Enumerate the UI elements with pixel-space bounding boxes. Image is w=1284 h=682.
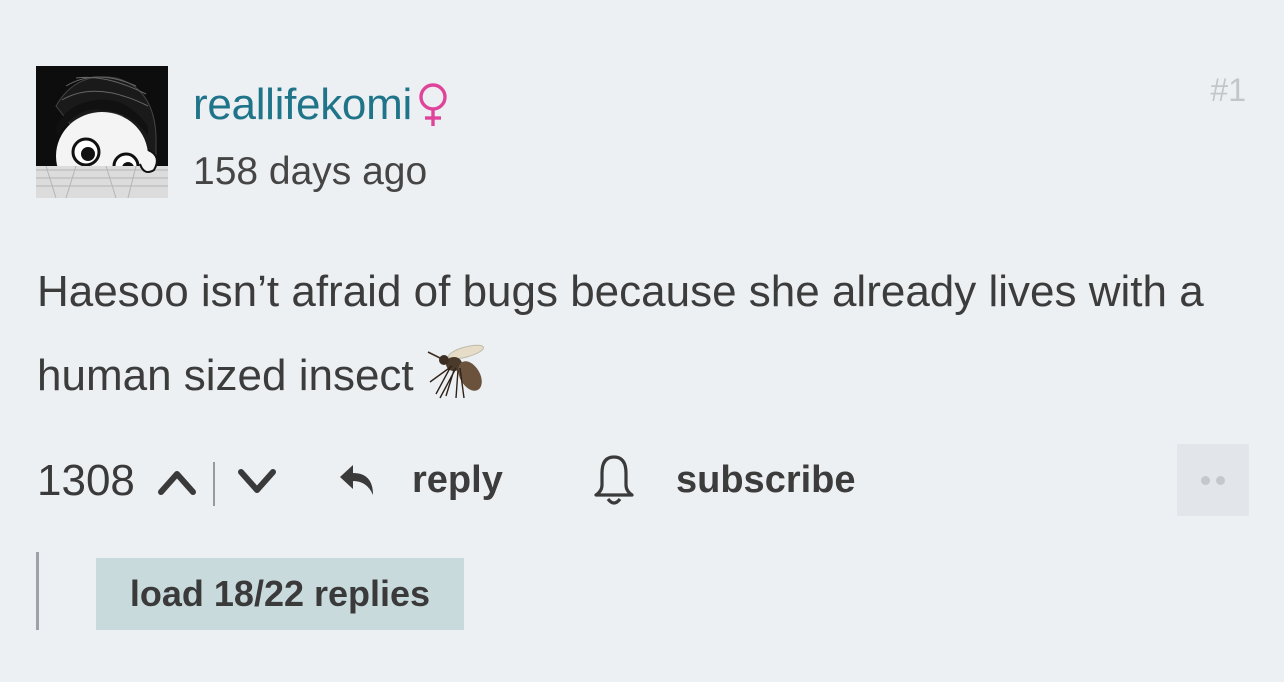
chevron-up-icon (158, 471, 196, 495)
comment: reallifekomi 158 days ago #1 Haesoo isn’… (0, 0, 1284, 682)
vote-score: 1308 (37, 456, 135, 505)
upvote-button[interactable] (155, 464, 199, 498)
username[interactable]: reallifekomi (193, 80, 450, 130)
subscribe-button[interactable]: subscribe (590, 450, 856, 510)
female-symbol-icon (416, 82, 450, 128)
bell-icon (594, 455, 634, 505)
avatar[interactable] (36, 66, 168, 198)
thread-line (36, 552, 39, 630)
anime-girl-avatar-icon (36, 66, 168, 198)
post-number[interactable]: #1 (1210, 72, 1246, 109)
reply-arrow-icon (340, 465, 373, 495)
comment-body: Haesoo isn’t afraid of bugs because she … (37, 250, 1237, 418)
username-text[interactable]: reallifekomi (193, 80, 412, 130)
load-replies-button[interactable]: load 18/22 replies (96, 558, 464, 630)
mosquito-icon (426, 338, 488, 400)
comment-body-text: Haesoo isn’t afraid of bugs because she … (37, 267, 1204, 400)
more-options-button[interactable] (1177, 444, 1249, 516)
chevron-down-icon (238, 469, 276, 493)
comment-actions: 1308 reply subscribe (37, 444, 1249, 516)
subscribe-label[interactable]: subscribe (676, 459, 856, 502)
more-dots-icon (1198, 475, 1228, 485)
timestamp: 158 days ago (193, 150, 428, 193)
vote-divider (213, 462, 215, 506)
downvote-button[interactable] (235, 464, 279, 498)
reply-label[interactable]: reply (412, 459, 503, 502)
reply-button[interactable]: reply (337, 454, 503, 506)
